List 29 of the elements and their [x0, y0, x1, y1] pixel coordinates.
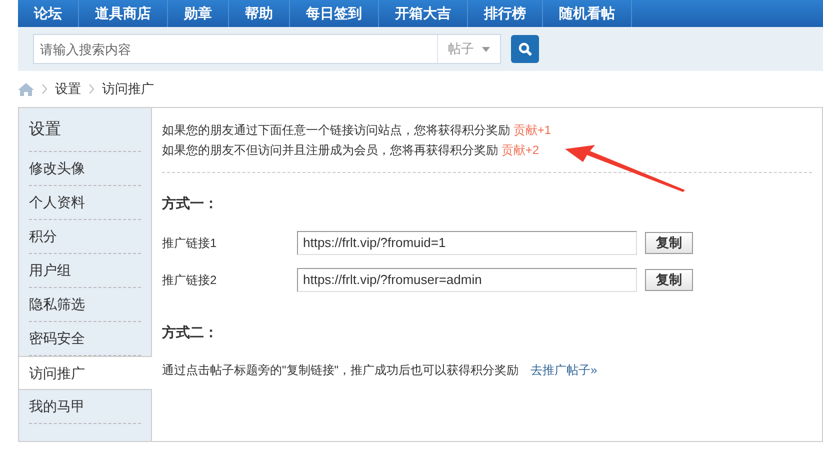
field-label: 推广链接2 — [162, 272, 218, 288]
section-heading: 方式一： — [162, 194, 219, 213]
copy-button[interactable]: 复制 — [645, 232, 693, 254]
method-text: 通过点击帖子标题旁的"复制链接"，推广成功后也可以获得积分奖励 — [162, 362, 519, 379]
link-field[interactable]: https://frlt.vip/?fromuid=1 — [297, 230, 637, 254]
search-icon — [518, 42, 532, 56]
caret-icon — [482, 46, 490, 52]
promote-link[interactable]: 去推广帖子» — [530, 361, 598, 379]
copy-button[interactable]: 复制 — [645, 268, 693, 290]
field-label: 推广链接1 — [162, 234, 218, 252]
sidebar-item[interactable]: 隐私筛选 — [29, 288, 141, 322]
sidebar-item[interactable]: 个人资料 — [29, 186, 141, 220]
sidebar-item[interactable]: 积分 — [29, 220, 141, 254]
breadcrumb-link[interactable]: 设置 — [55, 79, 81, 99]
search-input[interactable]: 请输入搜索内容 — [34, 35, 437, 63]
chevron-icon — [89, 84, 94, 94]
search-button[interactable] — [511, 35, 539, 63]
sidebar-item[interactable]: 我的马甲 — [29, 390, 141, 424]
scope-label: 帖子 — [448, 40, 474, 58]
link-field[interactable]: https://frlt.vip/?fromuser=admin — [297, 268, 637, 292]
sidebar-item[interactable]: 访问推广 — [19, 356, 152, 390]
sidebar-item[interactable]: 用户组 — [29, 254, 141, 288]
reward-text: 如果您的朋友不但访问并且注册成为会员，您将再获得积分奖励 贡献+2 — [162, 142, 540, 159]
section-heading: 方式二： — [162, 323, 219, 342]
chevron-icon — [42, 84, 47, 94]
sidebar-title: 设置 — [29, 108, 141, 152]
sidebar-item[interactable]: 修改头像 — [29, 152, 141, 186]
breadcrumb-link[interactable]: 访问推广 — [102, 79, 154, 99]
reward-text: 如果您的朋友通过下面任意一个链接访问站点，您将获得积分奖励 贡献+1 — [162, 122, 552, 139]
